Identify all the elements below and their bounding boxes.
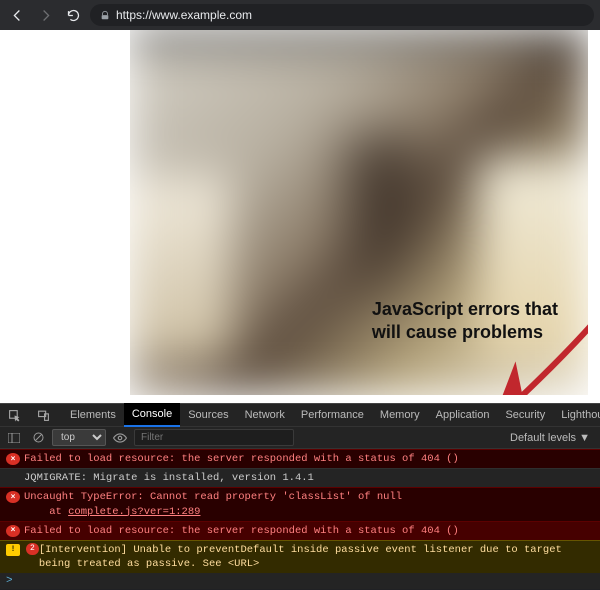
device-toolbar-button[interactable] — [29, 403, 58, 427]
console-row[interactable]: ×Failed to load resource: the server res… — [0, 521, 600, 540]
device-icon — [37, 409, 50, 422]
console-row[interactable]: JQMIGRATE: Migrate is installed, version… — [0, 468, 600, 487]
devtools-tab-security[interactable]: Security — [497, 403, 553, 427]
devtools-tab-elements[interactable]: Elements — [62, 403, 124, 427]
devtools-tabbar: ElementsConsoleSourcesNetworkPerformance… — [0, 403, 600, 427]
devtools-tab-application[interactable]: Application — [428, 403, 498, 427]
clear-console-button[interactable] — [28, 429, 48, 447]
devtools-tab-network[interactable]: Network — [237, 403, 293, 427]
error-icon: × — [6, 453, 20, 465]
browser-toolbar: https://www.example.com — [0, 0, 600, 30]
live-expression-button[interactable] — [110, 429, 130, 447]
back-button[interactable] — [6, 4, 28, 26]
count-badge: 2 — [26, 543, 39, 555]
console-message: [Intervention] Unable to preventDefault … — [39, 543, 596, 571]
page-viewport: JavaScript errors that will cause proble… — [0, 30, 600, 403]
console-row[interactable]: × Uncaught TypeError: Cannot read propert… — [0, 487, 600, 520]
devtools-tab-sources[interactable]: Sources — [180, 403, 236, 427]
console-sidebar-toggle[interactable] — [4, 429, 24, 447]
warning-icon: ! — [6, 544, 20, 556]
console-log: × Failed to load resource: the server res… — [0, 449, 600, 573]
eye-icon — [113, 433, 127, 443]
console-message: Uncaught TypeError: Cannot read property… — [24, 490, 596, 518]
devtools-tab-memory[interactable]: Memory — [372, 403, 428, 427]
devtools-panel: ElementsConsoleSourcesNetworkPerformance… — [0, 403, 600, 589]
address-bar[interactable]: https://www.example.com — [90, 4, 594, 26]
console-message: Failed to load resource: the server resp… — [24, 452, 596, 466]
lock-icon — [100, 10, 110, 21]
console-filter-input[interactable] — [134, 429, 294, 446]
devtools-tab-lighthouse[interactable]: Lighthouse — [553, 403, 600, 427]
context-selector[interactable]: top — [52, 429, 106, 446]
forward-button[interactable] — [34, 4, 56, 26]
arrow-left-icon — [10, 8, 25, 23]
inspect-element-button[interactable] — [0, 403, 29, 427]
console-row[interactable]: × Failed to load resource: the server res… — [0, 449, 600, 468]
arrow-right-icon — [38, 8, 53, 23]
stack-link[interactable]: complete.js?ver=1:289 — [68, 506, 200, 518]
devtools-tab-console[interactable]: Console — [124, 403, 180, 427]
console-toolbar: top Default levels ▼ — [0, 427, 600, 449]
console-message: Failed to load resource: the server resp… — [24, 524, 596, 538]
console-message: JQMIGRATE: Migrate is installed, version… — [24, 471, 596, 485]
info-icon — [6, 472, 20, 484]
url-text: https://www.example.com — [116, 8, 252, 22]
reload-icon — [66, 8, 81, 23]
reload-button[interactable] — [62, 4, 84, 26]
console-prompt[interactable]: > — [0, 573, 600, 589]
console-row[interactable]: ! 2[Intervention] Unable to preventDefaul… — [0, 540, 600, 573]
inspect-icon — [8, 409, 21, 422]
devtools-tab-performance[interactable]: Performance — [293, 403, 372, 427]
clear-icon — [33, 432, 44, 443]
error-icon: × — [6, 491, 20, 503]
log-levels-selector[interactable]: Default levels ▼ — [510, 432, 590, 444]
sidebar-icon — [8, 433, 20, 443]
page-content: JavaScript errors that will cause proble… — [130, 30, 588, 395]
annotation-arrow-icon — [446, 310, 588, 395]
